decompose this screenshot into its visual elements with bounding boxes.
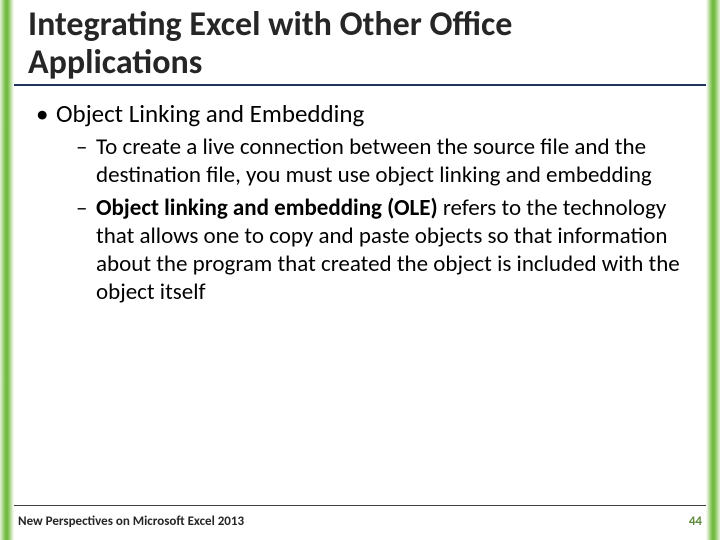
bullet-bold-term: Object linking and embedding (OLE) (96, 194, 438, 222)
slide-content: Integrating Excel with Other Office Appl… (14, 0, 706, 540)
page-number: 44 (689, 514, 702, 529)
footer-divider (14, 505, 706, 506)
slide-title: Integrating Excel with Other Office Appl… (14, 0, 706, 86)
bullet-level1: Object Linking and Embedding (36, 98, 684, 129)
slide-body: Object Linking and Embedding To create a… (14, 86, 706, 306)
slide-right-border (706, 0, 720, 540)
slide-footer: New Perspectives on Microsoft Excel 2013… (14, 510, 706, 532)
slide-left-border (0, 0, 14, 540)
bullet-level2: To create a live connection between the … (76, 133, 684, 189)
bullet-level2: Object linking and embedding (OLE) refer… (76, 194, 684, 306)
footer-text: New Perspectives on Microsoft Excel 2013 (18, 514, 244, 529)
